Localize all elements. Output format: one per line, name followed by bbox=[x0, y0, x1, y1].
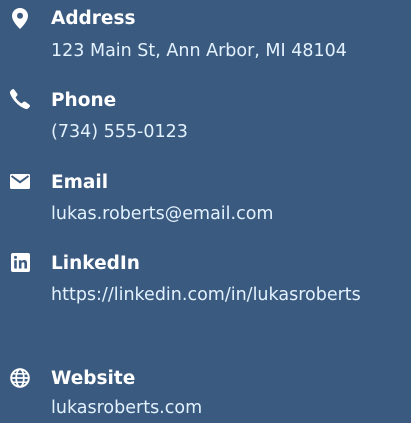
address-value: 123 Main St, Ann Arbor, MI 48104 bbox=[51, 41, 347, 61]
globe-icon bbox=[9, 367, 31, 389]
email-label: Email bbox=[51, 172, 109, 193]
linkedin-icon bbox=[9, 251, 31, 273]
envelope-icon bbox=[9, 170, 31, 192]
email-link[interactable]: lukas.roberts@email.com bbox=[51, 199, 403, 229]
map-pin-icon bbox=[9, 7, 31, 29]
linkedin-label: LinkedIn bbox=[51, 253, 140, 274]
website-link[interactable]: lukasroberts.com bbox=[51, 393, 403, 423]
linkedin-link[interactable]: https://linkedin.com/in/lukasroberts bbox=[51, 280, 403, 310]
phone-label: Phone bbox=[51, 90, 117, 111]
phone-icon bbox=[9, 88, 31, 110]
address-label: Address bbox=[51, 8, 136, 29]
website-label: Website bbox=[51, 368, 136, 389]
contact-info-list: Address 123 Main St, Ann Arbor, MI 48104… bbox=[0, 0, 411, 421]
phone-link[interactable]: (734) 555-0123 bbox=[51, 117, 403, 147]
